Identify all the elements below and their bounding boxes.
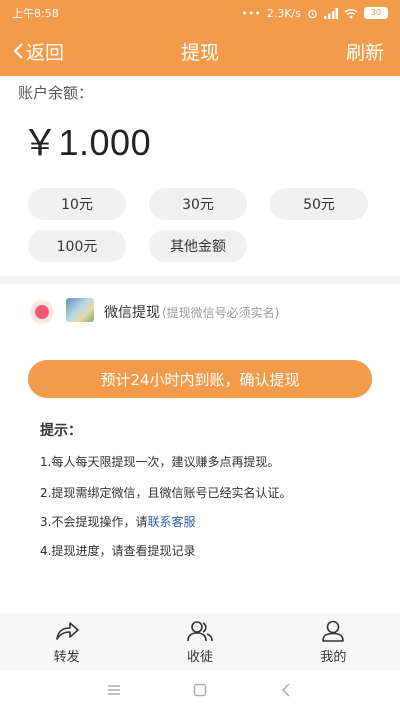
- tab-apprentice-label: 收徒: [186, 650, 213, 665]
- profile-icon: [322, 620, 345, 642]
- back-button[interactable]: 返回: [12, 38, 64, 65]
- status-time: 上午8:58: [12, 7, 59, 20]
- network-speed: 2.3K/s: [266, 6, 301, 20]
- chevron-left-icon: [13, 43, 23, 59]
- signal-icon: [324, 7, 338, 19]
- tab-apprentice[interactable]: 收徒: [133, 615, 266, 670]
- radio-selected-dot: [35, 305, 49, 319]
- battery-icon: 30: [364, 7, 388, 19]
- wechat-withdraw-option[interactable]: 微信提现 (提现微信号必须实名): [104, 302, 279, 322]
- apprentice-icon: [187, 621, 213, 642]
- amount-option-10[interactable]: 10元: [28, 188, 126, 220]
- menu-icon: [108, 685, 120, 695]
- tip-item-3: 3.不会提现操作，请联系客服: [40, 513, 195, 530]
- share-icon: [55, 622, 79, 640]
- tip-item-2: 2.提现需绑定微信，且微信账号已经实名认证。: [40, 486, 292, 500]
- header-bar: 返回 提现 刷新: [0, 26, 400, 76]
- tip-item-4: 4.提现进度，请查看提现记录: [40, 544, 196, 558]
- section-divider: [0, 276, 400, 284]
- tips-title: 提示：: [40, 423, 82, 439]
- back-icon: [281, 683, 290, 697]
- tip-item-3-text: 3.不会提现操作，请: [40, 515, 148, 529]
- balance-amount: ￥1.000: [22, 122, 152, 163]
- system-nav-bar: [0, 670, 400, 710]
- wechat-withdraw-note: (提现微信号必须实名): [162, 306, 280, 320]
- home-button[interactable]: [188, 678, 212, 702]
- wechat-thumbnail-image: [66, 298, 94, 322]
- tab-share[interactable]: 转发: [0, 615, 133, 670]
- wifi-icon: [344, 8, 358, 18]
- balance-label: 账户余额：: [18, 84, 94, 102]
- alarm-icon: [308, 9, 317, 18]
- tip-item-1: 1.每人每天限提现一次，建议赚多点再提现。: [40, 455, 280, 469]
- status-indicators: ••• 2.3K/s 30: [241, 7, 388, 20]
- bottom-tab-bar: 转发 收徒 我的: [0, 614, 400, 670]
- system-back-button[interactable]: [274, 678, 298, 702]
- home-icon: [193, 683, 207, 697]
- back-label: 返回: [26, 41, 65, 64]
- confirm-withdraw-button[interactable]: 预计24小时内到账，确认提现: [28, 360, 372, 398]
- amount-option-50[interactable]: 50元: [270, 188, 368, 220]
- tab-share-label: 转发: [53, 650, 80, 665]
- menu-button[interactable]: [102, 678, 126, 702]
- more-dots-icon: •••: [241, 6, 261, 20]
- amount-option-other[interactable]: 其他金额: [149, 230, 247, 262]
- amount-option-30[interactable]: 30元: [149, 188, 247, 220]
- amount-option-100[interactable]: 100元: [28, 230, 126, 262]
- status-bar: 上午8:58 ••• 2.3K/s 30: [0, 0, 400, 26]
- refresh-button[interactable]: 刷新: [346, 38, 384, 65]
- contact-support-link[interactable]: 联系客服: [147, 515, 195, 529]
- wechat-withdraw-label: 微信提现: [104, 305, 160, 321]
- wechat-radio-button[interactable]: [30, 300, 54, 324]
- tab-profile-label: 我的: [320, 650, 347, 665]
- tab-profile[interactable]: 我的: [267, 615, 400, 670]
